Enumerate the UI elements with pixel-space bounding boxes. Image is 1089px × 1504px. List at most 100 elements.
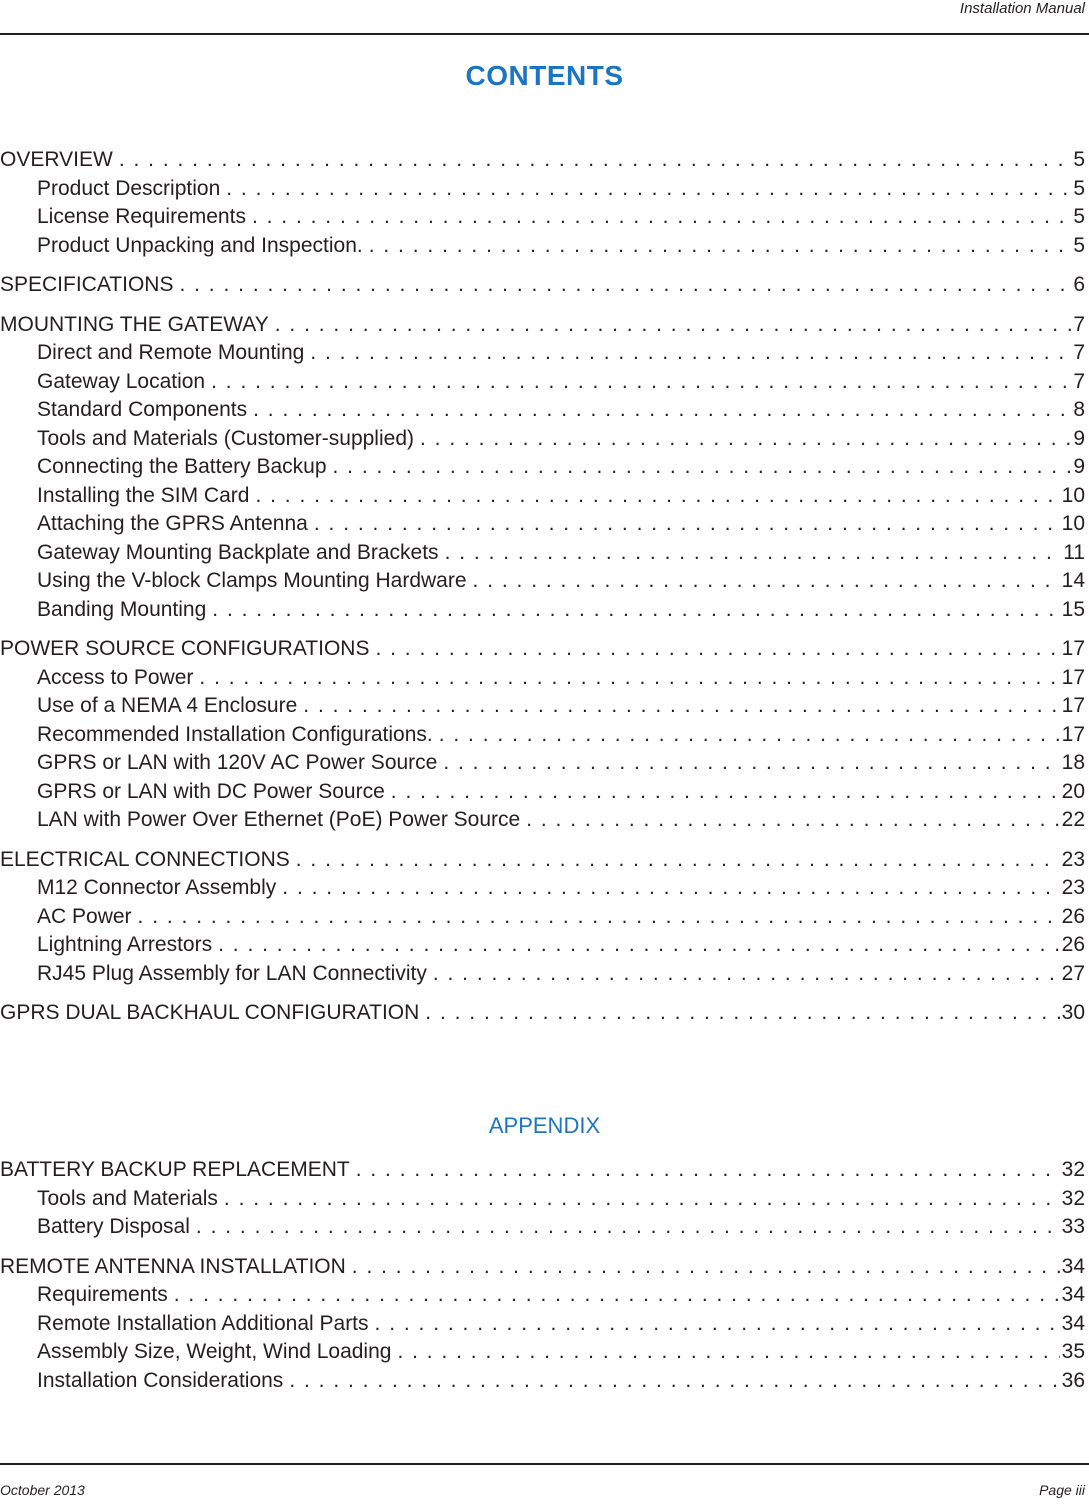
toc-entry-label: Installation Considerations: [37, 1368, 284, 1392]
toc-subsection-entry[interactable]: Lightning Arrestors 26: [0, 931, 1085, 960]
toc-entry-page-number: 8: [1073, 398, 1085, 421]
toc-entry-label: Installing the SIM Card: [37, 483, 250, 507]
toc-subsection-entry[interactable]: AC Power 26: [0, 903, 1085, 932]
dot-leader: [369, 232, 1072, 261]
toc-subsection-entry[interactable]: Remote Installation Additional Parts 34: [0, 1310, 1085, 1339]
toc-subsection-entry[interactable]: Banding Mounting 15: [0, 596, 1085, 625]
toc-section-entry[interactable]: POWER SOURCE CONFIGURATIONS 17: [0, 635, 1085, 664]
toc-section-entry[interactable]: GPRS DUAL BACKHAUL CONFIGURATION 30: [0, 999, 1085, 1028]
toc-entry-label: Connecting the Battery Backup: [37, 455, 327, 478]
toc-subsection-entry[interactable]: Attaching the GPRS Antenna 10: [0, 510, 1085, 539]
toc-subsection-entry[interactable]: Connecting the Battery Backup 9: [0, 453, 1085, 482]
dot-leader: [439, 721, 1060, 750]
toc-subsection-entry[interactable]: Use of a NEMA 4 Enclosure 17: [0, 692, 1085, 721]
toc-section-entry[interactable]: ELECTRICAL CONNECTIONS 23: [0, 846, 1085, 875]
toc-entry-page-number: 10: [1061, 483, 1085, 507]
dot-leader: [375, 635, 1059, 664]
toc-subsection-entry[interactable]: RJ45 Plug Assembly for LAN Connectivity 2…: [0, 960, 1085, 989]
toc-subsection-entry[interactable]: Requirements 34: [0, 1281, 1085, 1310]
dot-leader: [211, 368, 1071, 397]
toc-subsection-entry[interactable]: Access to Power 17: [0, 664, 1085, 693]
toc-subsection-entry[interactable]: Assembly Size, Weight, Wind Loading 35: [0, 1338, 1085, 1367]
toc-entry-label: Product Unpacking and Inspection.: [37, 233, 363, 257]
toc-entry-label: Tools and Materials (Customer-supplied): [37, 426, 414, 450]
dot-leader: [226, 175, 1071, 204]
dot-leader: [526, 806, 1059, 835]
toc-entry-page-number: 22: [1061, 808, 1085, 831]
dot-leader: [397, 1338, 1059, 1367]
toc-entry-label: AC Power: [37, 904, 132, 928]
dot-leader: [391, 778, 1060, 807]
toc-entry-label: REMOTE ANTENNA INSTALLATION: [0, 1254, 346, 1278]
toc-entry-label: Product Description: [37, 176, 221, 200]
header-divider: [0, 33, 1089, 35]
footer-page-number: Page iii: [1039, 1482, 1085, 1498]
toc-section-entry[interactable]: REMOTE ANTENNA INSTALLATION 34: [0, 1253, 1085, 1282]
toc-subsection-entry[interactable]: GPRS or LAN with DC Power Source 20: [0, 778, 1085, 807]
toc-entry-label: LAN with Power Over Ethernet (PoE) Power…: [37, 808, 521, 831]
dot-leader: [289, 1367, 1059, 1396]
toc-entry-label: Lightning Arrestors: [37, 933, 213, 956]
toc-subsection-entry[interactable]: Tools and Materials 32: [0, 1185, 1085, 1214]
dot-leader: [252, 203, 1071, 232]
toc-subsection-entry[interactable]: Using the V-block Clamps Mounting Hardwa…: [0, 567, 1085, 596]
dot-leader: [310, 339, 1071, 368]
toc-section-entry[interactable]: BATTERY BACKUP REPLACEMENT 32: [0, 1156, 1085, 1185]
appendix-table-of-contents: BATTERY BACKUP REPLACEMENT32Tools and Ma…: [0, 1156, 1085, 1395]
dot-leader: [375, 1310, 1060, 1339]
toc-entry-page-number: 33: [1061, 1215, 1085, 1238]
toc-entry-label: ELECTRICAL CONNECTIONS: [0, 847, 290, 871]
toc-entry-label: BATTERY BACKUP REPLACEMENT: [0, 1158, 350, 1181]
toc-section-entry[interactable]: SPECIFICATIONS 6: [0, 271, 1085, 300]
toc-entry-page-number: 7: [1073, 312, 1085, 336]
toc-subsection-entry[interactable]: Tools and Materials (Customer-supplied) 9: [0, 425, 1085, 454]
contents-heading: CONTENTS: [465, 60, 624, 91]
dot-leader: [174, 1281, 1060, 1310]
toc-entry-page-number: 6: [1073, 273, 1085, 296]
toc-subsection-entry[interactable]: Recommended Installation Configurations.…: [0, 721, 1085, 750]
toc-entry-page-number: 30: [1061, 1001, 1085, 1024]
toc-entry-page-number: 34: [1061, 1254, 1085, 1278]
toc-subsection-entry[interactable]: Installing the SIM Card 10: [0, 482, 1085, 511]
toc-subsection-entry[interactable]: Standard Components 8: [0, 396, 1085, 425]
toc-entry-label: Tools and Materials: [37, 1186, 218, 1210]
toc-entry-label: Gateway Mounting Backplate and Brackets: [37, 540, 439, 564]
toc-entry-page-number: 14: [1061, 569, 1085, 592]
toc-entry-page-number: 17: [1061, 722, 1085, 746]
toc-entry-label: Access to Power: [37, 665, 194, 689]
toc-entry-label: SPECIFICATIONS: [0, 273, 174, 296]
toc-subsection-entry[interactable]: Gateway Location 7: [0, 368, 1085, 397]
toc-subsection-entry[interactable]: LAN with Power Over Ethernet (PoE) Power…: [0, 806, 1085, 835]
toc-subsection-entry[interactable]: License Requirements 5: [0, 203, 1085, 232]
toc-subsection-entry[interactable]: M12 Connector Assembly 23: [0, 874, 1085, 903]
toc-entry-label: Using the V-block Clamps Mounting Hardwa…: [37, 569, 467, 592]
footer-divider: [0, 1463, 1089, 1465]
dot-leader: [296, 846, 1060, 875]
toc-entry-label: Use of a NEMA 4 Enclosure: [37, 694, 298, 717]
toc-section-entry[interactable]: MOUNTING THE GATEWAY 7: [0, 311, 1085, 340]
toc-subsection-entry[interactable]: Installation Considerations 36: [0, 1367, 1085, 1396]
toc-entry-label: Attaching the GPRS Antenna: [37, 512, 308, 535]
dot-leader: [352, 1253, 1060, 1282]
toc-entry-page-number: 35: [1061, 1340, 1085, 1363]
toc-entry-page-number: 34: [1061, 1311, 1085, 1335]
dot-leader: [445, 539, 1062, 568]
toc-entry-label: Banding Mounting: [37, 597, 207, 621]
toc-entry-label: M12 Connector Assembly: [37, 876, 277, 899]
toc-entry-label: MOUNTING THE GATEWAY: [0, 312, 269, 336]
toc-subsection-entry[interactable]: Direct and Remote Mounting 7: [0, 339, 1085, 368]
toc-entry-label: Gateway Location: [37, 369, 206, 393]
toc-entry-page-number: 26: [1061, 904, 1085, 928]
toc-entry-page-number: 5: [1073, 205, 1085, 228]
toc-entry-page-number: 11: [1063, 540, 1085, 564]
toc-subsection-entry[interactable]: Battery Disposal 33: [0, 1213, 1085, 1242]
toc-entry-label: Requirements: [37, 1283, 168, 1306]
toc-subsection-entry[interactable]: Product Description 5: [0, 175, 1085, 204]
toc-subsection-entry[interactable]: Product Unpacking and Inspection. 5: [0, 232, 1085, 261]
footer-date: October 2013: [0, 1482, 85, 1498]
toc-section-entry[interactable]: OVERVIEW 5: [0, 146, 1085, 175]
toc-entry-label: GPRS or LAN with DC Power Source: [37, 779, 385, 803]
dot-leader: [420, 425, 1071, 454]
toc-subsection-entry[interactable]: Gateway Mounting Backplate and Brackets 1…: [0, 539, 1085, 568]
toc-subsection-entry[interactable]: GPRS or LAN with 120V AC Power Source 18: [0, 749, 1085, 778]
